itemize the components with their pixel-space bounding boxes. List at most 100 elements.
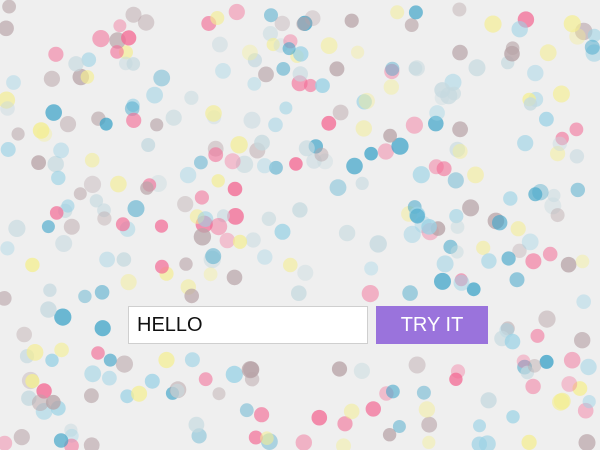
confetti-dot	[153, 69, 171, 87]
confetti-dot	[428, 159, 444, 175]
confetti-dot	[177, 196, 194, 213]
confetti-background	[0, 0, 600, 450]
confetti-dot	[0, 291, 12, 306]
confetti-dot	[224, 153, 241, 170]
confetti-dot	[261, 211, 277, 226]
confetti-dot	[11, 127, 25, 141]
confetti-dot	[103, 353, 117, 367]
confetti-dot	[31, 394, 49, 412]
confetti-dot	[144, 373, 160, 389]
confetti-dot	[0, 142, 16, 157]
confetti-dot	[94, 320, 111, 337]
confetti-dot	[320, 37, 338, 54]
confetti-dot	[31, 155, 46, 171]
confetti-dot	[447, 172, 464, 189]
confetti-dot	[184, 288, 199, 304]
confetti-dot	[228, 3, 245, 21]
confetti-dot	[83, 175, 102, 193]
confetti-dot	[355, 120, 372, 137]
confetti-dot	[91, 346, 105, 360]
confetti-dot	[578, 434, 596, 450]
confetti-dot	[527, 359, 542, 373]
confetti-dot	[53, 433, 69, 448]
confetti-dot	[49, 206, 64, 220]
confetti-dot	[47, 155, 64, 173]
confetti-dot	[506, 410, 520, 424]
confetti-dot	[403, 225, 421, 243]
confetti-dot	[297, 264, 314, 281]
confetti-dot	[539, 44, 557, 62]
confetti-dot	[421, 416, 438, 433]
confetti-dot	[146, 86, 164, 104]
confetti-dot	[421, 219, 437, 235]
confetti-dot	[436, 255, 454, 273]
confetti-dot	[521, 233, 539, 251]
confetti-dot	[43, 283, 57, 297]
confetti-dot	[45, 104, 62, 121]
confetti-dot	[582, 395, 596, 409]
confetti-dot	[99, 251, 115, 268]
confetti-dot	[329, 61, 345, 77]
confetti-dot	[219, 232, 235, 249]
confetti-dot	[208, 147, 224, 163]
confetti-dot	[25, 374, 40, 389]
confetti-dot	[245, 232, 261, 248]
confetti-dot	[353, 362, 370, 379]
confetti-dot	[184, 352, 200, 368]
confetti-dot	[434, 272, 451, 290]
confetti-dot	[53, 142, 69, 159]
confetti-dot	[418, 401, 436, 418]
confetti-dot	[314, 147, 329, 162]
confetti-dot	[84, 388, 99, 404]
confetti-dot	[405, 116, 423, 134]
confetti-dot	[131, 385, 148, 402]
confetti-dot	[170, 383, 185, 398]
confetti-dot	[292, 66, 308, 82]
confetti-dot	[408, 61, 423, 76]
confetti-dot	[369, 235, 387, 253]
confetti-dot	[63, 218, 80, 235]
confetti-dot	[242, 44, 258, 61]
confetti-dot	[295, 434, 312, 450]
confetti-dot	[344, 13, 359, 28]
confetti-dot	[450, 220, 465, 234]
confetti-dot	[154, 219, 169, 233]
confetti-dot	[54, 342, 69, 358]
confetti-dot	[480, 392, 497, 409]
confetti-dot	[150, 118, 164, 132]
confetti-dot	[232, 234, 248, 249]
confetti-dot	[184, 90, 199, 105]
confetti-dot	[390, 5, 405, 20]
confetti-dot	[102, 370, 117, 386]
confetti-dot	[141, 138, 156, 152]
confetti-dot	[336, 438, 351, 450]
confetti-dot	[41, 220, 55, 234]
confetti-dot	[422, 435, 436, 449]
confetti-dot	[115, 217, 130, 232]
confetti-dot	[81, 52, 97, 67]
confetti-dot	[89, 194, 104, 208]
confetti-dot	[552, 136, 567, 151]
confetti-dot	[467, 166, 484, 184]
try-it-button[interactable]: TRY IT	[376, 306, 488, 344]
confetti-dot	[212, 36, 228, 53]
confetti-dot	[225, 365, 243, 383]
confetti-dot	[539, 354, 554, 369]
text-input[interactable]	[128, 306, 368, 344]
confetti-dot	[179, 257, 193, 271]
confetti-dot	[51, 170, 66, 186]
confetti-dot	[409, 208, 425, 224]
confetti-dot	[351, 45, 365, 59]
confetti-dot	[73, 187, 87, 201]
confetti-dot	[0, 241, 15, 256]
confetti-dot	[260, 431, 274, 446]
confetti-dot	[521, 434, 537, 450]
confetti-dot	[452, 2, 467, 17]
confetti-dot	[40, 301, 57, 318]
confetti-dot	[110, 175, 127, 193]
confetti-dot	[116, 252, 132, 267]
confetti-dot	[25, 257, 40, 273]
confetti-dot	[140, 181, 154, 195]
confetti-dot	[553, 392, 571, 410]
confetti-dot	[92, 29, 110, 48]
